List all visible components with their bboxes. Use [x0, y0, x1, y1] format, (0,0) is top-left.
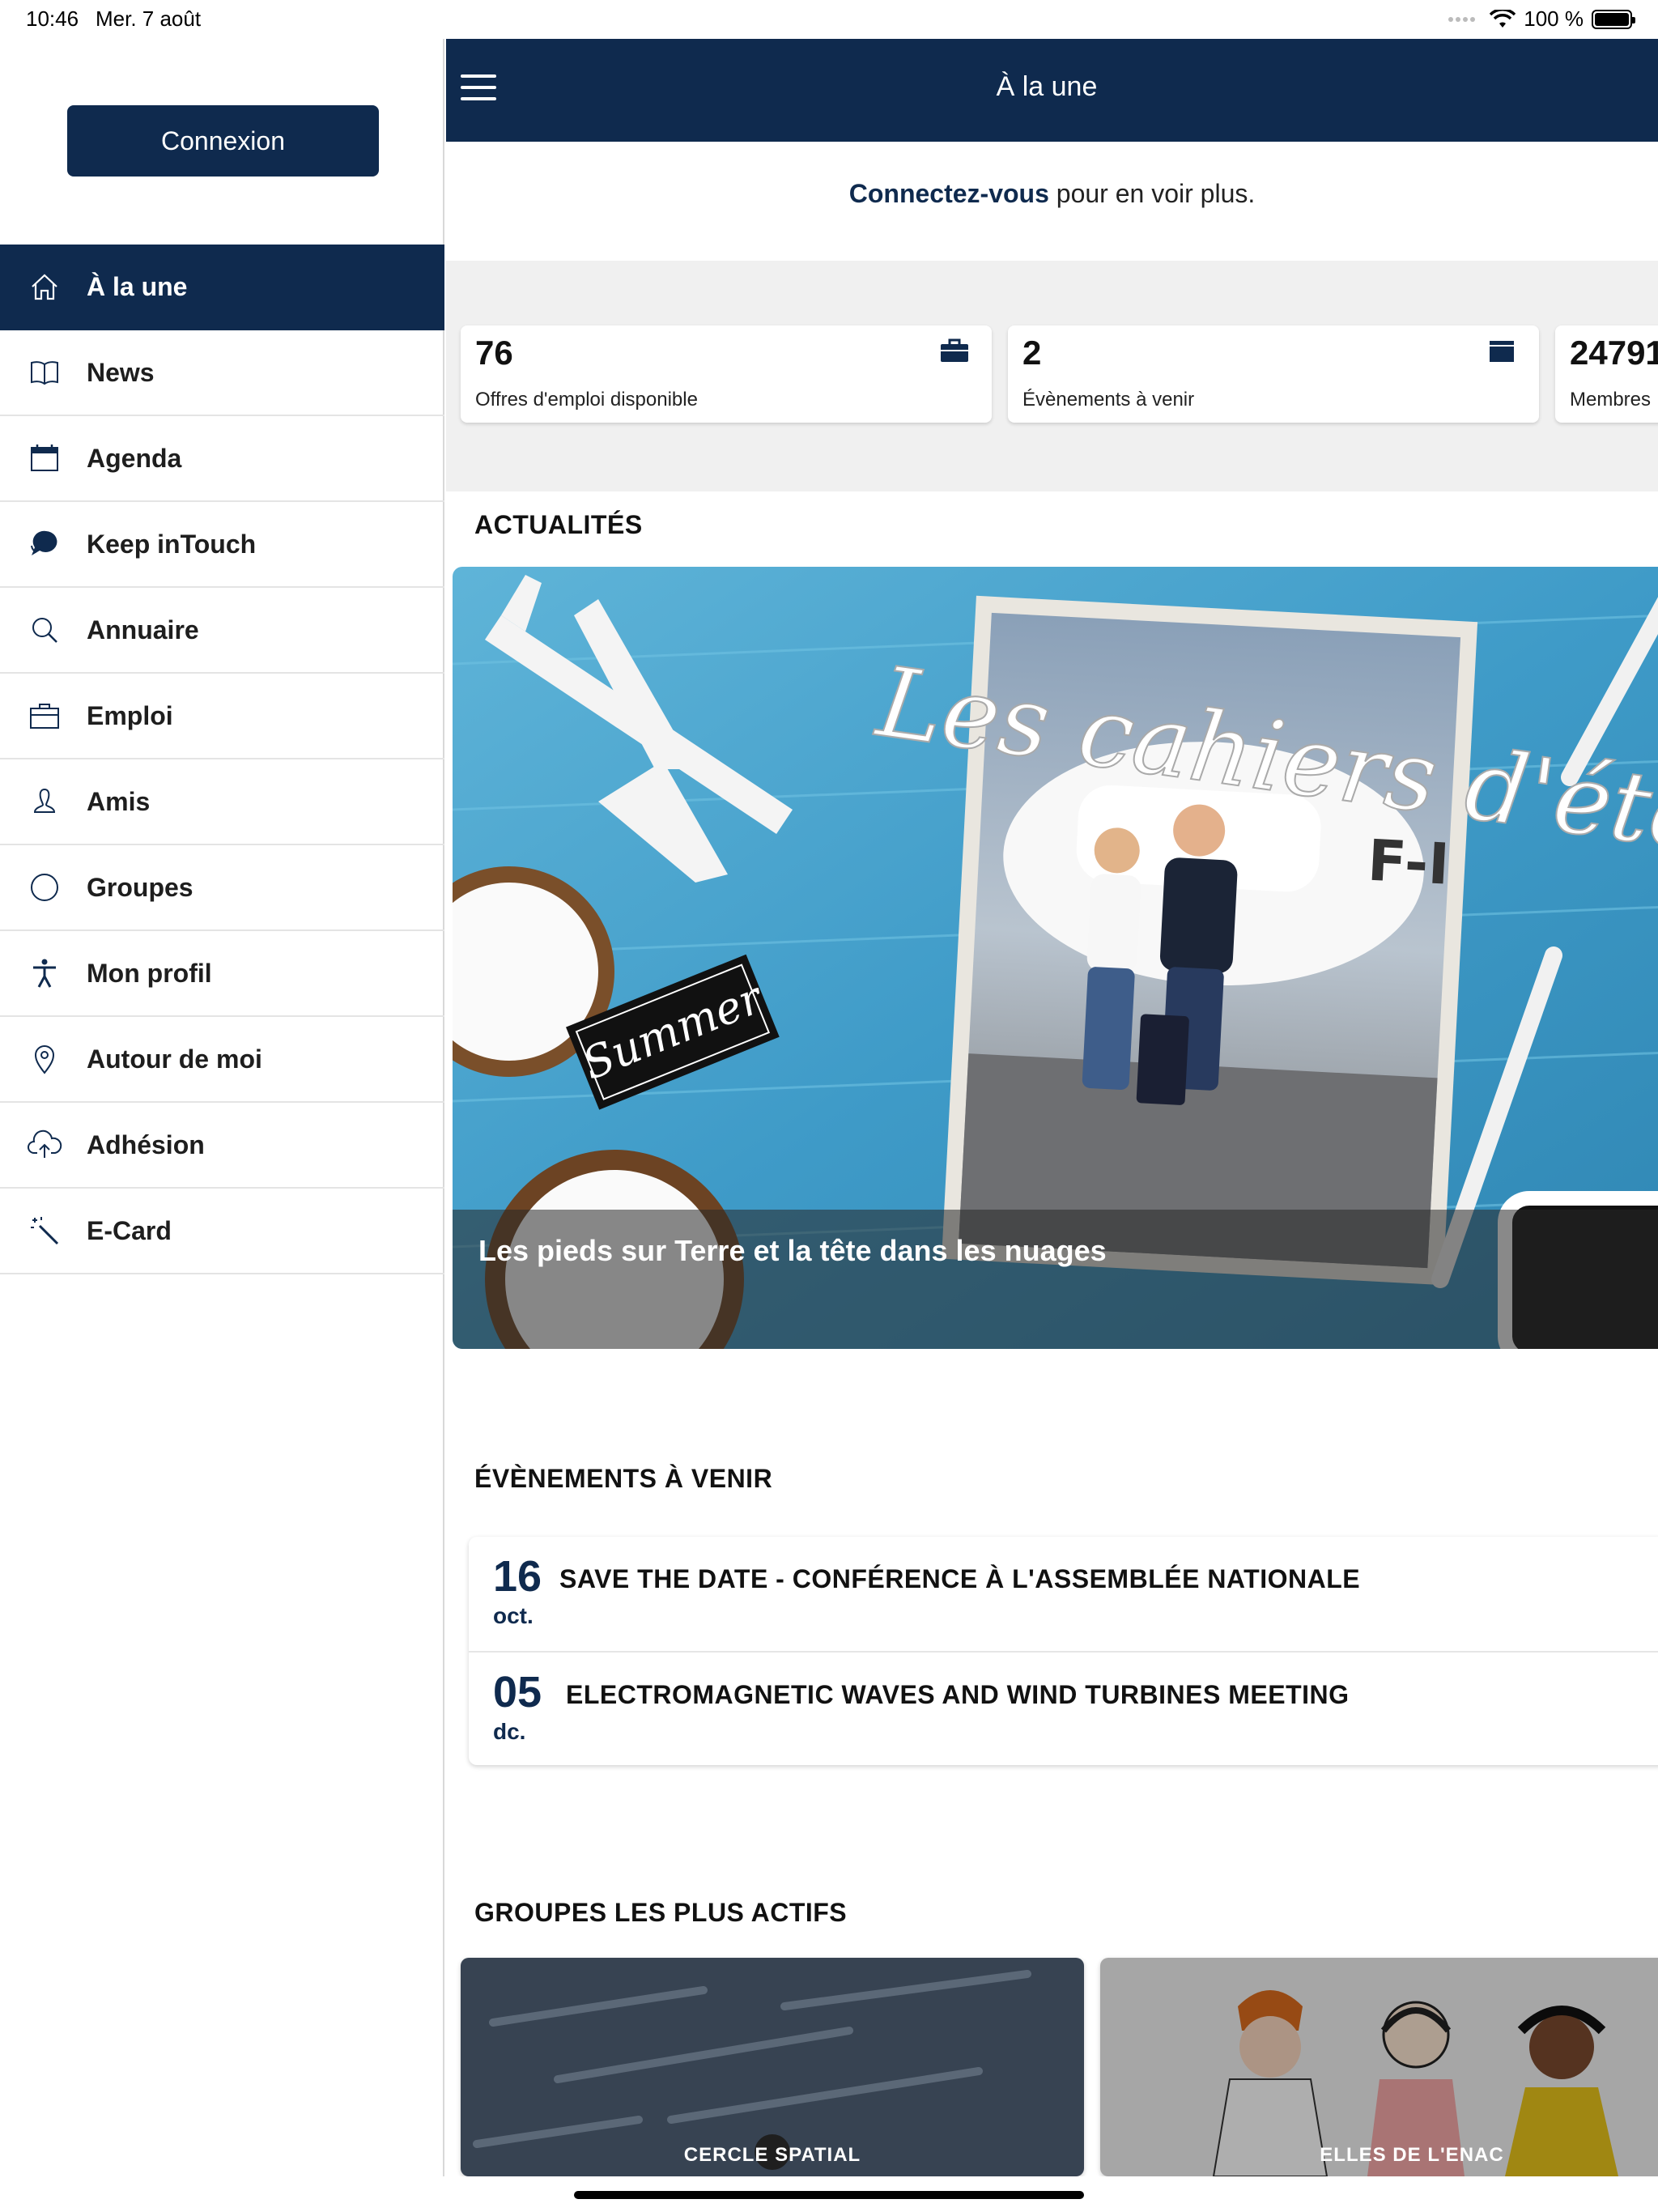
events-list: 16 oct. SAVE THE DATE - CONFÉRENCE À L'A…	[469, 1537, 1658, 1765]
sidebar-item-a-la-une[interactable]: À la une	[0, 245, 444, 330]
sidebar-item-label: E-Card	[87, 1215, 172, 1245]
news-caption: Les pieds sur Terre et la tête dans les …	[453, 1210, 1658, 1349]
stat-value: 2	[1022, 334, 1042, 372]
stat-label: Évènements à venir	[1022, 389, 1195, 410]
battery-icon	[1592, 9, 1635, 29]
chat-icon	[27, 526, 62, 562]
news-headline: Les pieds sur Terre et la tête dans les …	[478, 1234, 1107, 1267]
stat-label: Offres d'emploi disponible	[475, 389, 698, 410]
sidebar-item-amis[interactable]: Amis	[0, 759, 444, 845]
groups-section-title: GROUPES LES PLUS ACTIFS	[474, 1898, 848, 1927]
calendar-icon	[27, 440, 62, 476]
sidebar-item-label: Agenda	[87, 443, 182, 473]
sidebar-item-autour-de-moi[interactable]: Autour de moi	[0, 1017, 444, 1103]
news-section-title: ACTUALITÉS	[474, 510, 643, 539]
home-icon	[27, 269, 62, 304]
sidebar-item-label: Adhésion	[87, 1129, 205, 1159]
status-right: 100 %	[1448, 6, 1635, 32]
svg-text:F-I: F-I	[1366, 827, 1451, 898]
news-card[interactable]: Summer F-I Les cahiers d'été Les pieds s…	[453, 567, 1658, 1349]
magic-wand-icon	[27, 1213, 62, 1249]
cloud-upload-icon	[27, 1127, 62, 1163]
stat-value: 76	[475, 334, 513, 372]
battery-percent: 100 %	[1524, 6, 1584, 31]
group-name: ELLES DE L'ENAC	[1320, 2144, 1504, 2166]
sidebar-item-adhesion[interactable]: Adhésion	[0, 1103, 444, 1189]
sidebar-item-label: News	[87, 357, 155, 387]
top-bar: À la une	[446, 39, 1658, 142]
sidebar-item-mon-profil[interactable]: Mon profil	[0, 931, 444, 1017]
stat-card-events[interactable]: 2 Évènements à venir	[1008, 325, 1539, 423]
sidebar-nav: À la une News Agenda Keep inTouch Annuai…	[0, 245, 444, 1274]
sidebar-item-agenda[interactable]: Agenda	[0, 416, 444, 502]
sidebar: Connexion À la une News Agenda Keep inTo…	[0, 39, 444, 2176]
status-date: Mer. 7 août	[96, 6, 202, 31]
sidebar-item-label: Keep inTouch	[87, 529, 257, 559]
group-name: CERCLE SPATIAL	[683, 2144, 861, 2166]
sidebar-item-label: Emploi	[87, 700, 173, 730]
login-hint: Connectez-vous pour en voir plus.	[446, 142, 1658, 261]
sidebar-item-label: Annuaire	[87, 615, 199, 644]
book-icon	[27, 355, 62, 390]
sidebar-item-annuaire[interactable]: Annuaire	[0, 588, 444, 674]
sidebar-item-label: À la une	[87, 271, 188, 301]
wifi-icon	[1490, 9, 1516, 28]
stat-value: 24791	[1570, 334, 1658, 372]
sidebar-item-news[interactable]: News	[0, 330, 444, 416]
event-item[interactable]: 16 oct. SAVE THE DATE - CONFÉRENCE À L'A…	[469, 1537, 1658, 1651]
event-name: ELECTROMAGNETIC WAVES AND WIND TURBINES …	[566, 1680, 1350, 1709]
sidebar-item-groupes[interactable]: Groupes	[0, 845, 444, 931]
sidebar-item-label: Mon profil	[87, 958, 212, 988]
page-title: À la une	[996, 71, 1098, 102]
stats-area: 76 Offres d'emploi disponible 2 Évènemen…	[446, 261, 1658, 491]
event-name: SAVE THE DATE - CONFÉRENCE À L'ASSEMBLÉE…	[559, 1564, 1361, 1593]
sidebar-item-label: Amis	[87, 786, 151, 816]
event-item[interactable]: 05 dc. ELECTROMAGNETIC WAVES AND WIND TU…	[469, 1651, 1658, 1765]
sidebar-item-keep-intouch[interactable]: Keep inTouch	[0, 502, 444, 588]
main-content: À la une Connectez-vous pour en voir plu…	[446, 39, 1658, 2176]
accessibility-icon	[27, 955, 62, 991]
sidebar-item-e-card[interactable]: E-Card	[0, 1189, 444, 1274]
group-card-cercle-spatial[interactable]: CERCLE SPATIAL	[461, 1958, 1084, 2176]
stat-card-members[interactable]: 24791 Membres	[1555, 325, 1658, 423]
stat-card-jobs[interactable]: 76 Offres d'emploi disponible	[461, 325, 992, 423]
sidebar-item-label: Groupes	[87, 872, 193, 902]
login-hint-text: pour en voir plus.	[1048, 179, 1256, 208]
events-section-title: ÉVÈNEMENTS À VENIR	[474, 1464, 773, 1493]
briefcase-icon	[941, 338, 968, 362]
sidebar-item-emploi[interactable]: Emploi	[0, 674, 444, 759]
event-month: oct.	[493, 1603, 534, 1628]
status-bar: 10:46 Mer. 7 août 100 %	[0, 0, 1658, 39]
person-icon	[27, 784, 62, 819]
signal-icon	[1448, 16, 1476, 22]
event-day: 05	[493, 1668, 542, 1716]
status-time: 10:46	[26, 6, 79, 31]
sidebar-item-label: Autour de moi	[87, 1044, 262, 1074]
stat-label: Membres	[1570, 389, 1652, 410]
event-day: 16	[493, 1552, 542, 1601]
connexion-button[interactable]: Connexion	[67, 105, 379, 177]
calendar-icon	[1490, 341, 1514, 362]
briefcase-icon	[27, 698, 62, 734]
group-card-elles-de-lenac[interactable]: ELLES DE L'ENAC	[1100, 1958, 1658, 2176]
location-pin-icon	[27, 1041, 62, 1077]
circle-icon	[27, 870, 62, 905]
home-indicator[interactable]	[574, 2191, 1084, 2199]
event-month: dc.	[493, 1719, 526, 1744]
search-icon	[27, 612, 62, 648]
login-link[interactable]: Connectez-vous	[849, 179, 1049, 208]
